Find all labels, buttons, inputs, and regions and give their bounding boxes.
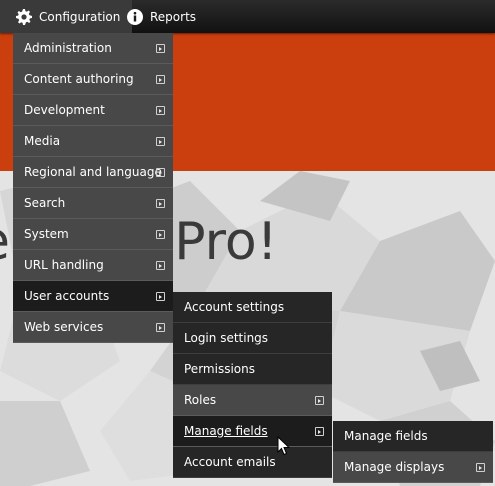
submenu-arrow-icon bbox=[156, 230, 165, 239]
menu-item-url-handling[interactable]: URL handling bbox=[13, 250, 173, 281]
menu-item-search[interactable]: Search bbox=[13, 188, 173, 219]
menu-item-label: Administration bbox=[24, 41, 112, 55]
admin-toolbar: Configuration Reports bbox=[0, 0, 495, 33]
menu-item-account-settings[interactable]: Account settings bbox=[173, 292, 332, 323]
configuration-menu: Administration Content authoring Develop… bbox=[13, 33, 173, 343]
toolbar-reports-label: Reports bbox=[150, 9, 197, 24]
submenu-arrow-icon bbox=[156, 292, 165, 301]
menu-item-manage-fields-sub[interactable]: Manage fields bbox=[333, 421, 493, 452]
submenu-arrow-icon bbox=[156, 168, 165, 177]
menu-item-label: System bbox=[24, 227, 69, 241]
menu-item-label: Web services bbox=[24, 320, 104, 334]
submenu-arrow-icon bbox=[315, 427, 324, 436]
menu-item-administration[interactable]: Administration bbox=[13, 33, 173, 64]
menu-item-label: Manage fields bbox=[184, 424, 268, 438]
menu-item-user-accounts[interactable]: User accounts bbox=[13, 281, 173, 312]
menu-item-permissions[interactable]: Permissions bbox=[173, 354, 332, 385]
menu-item-label: Manage displays bbox=[344, 460, 445, 474]
menu-item-label: User accounts bbox=[24, 289, 110, 303]
manage-fields-submenu: Manage fields Manage displays bbox=[333, 421, 493, 483]
menu-item-media[interactable]: Media bbox=[13, 126, 173, 157]
menu-item-manage-fields[interactable]: Manage fields bbox=[173, 416, 332, 447]
menu-item-label: Regional and language bbox=[24, 165, 162, 179]
menu-item-label: Development bbox=[24, 103, 105, 117]
submenu-arrow-icon bbox=[156, 106, 165, 115]
submenu-arrow-icon bbox=[315, 396, 324, 405]
user-accounts-submenu: Account settings Login settings Permissi… bbox=[173, 292, 332, 478]
menu-item-label: Roles bbox=[184, 393, 217, 407]
toolbar-configuration[interactable]: Configuration bbox=[0, 0, 133, 33]
menu-item-roles[interactable]: Roles bbox=[173, 385, 332, 416]
menu-item-label: Content authoring bbox=[24, 72, 134, 86]
menu-item-web-services[interactable]: Web services bbox=[13, 312, 173, 343]
toolbar-reports[interactable]: Reports bbox=[127, 0, 196, 33]
toolbar-configuration-label: Configuration bbox=[39, 9, 121, 24]
menu-item-content-authoring[interactable]: Content authoring bbox=[13, 64, 173, 95]
menu-item-system[interactable]: System bbox=[13, 219, 173, 250]
submenu-arrow-icon bbox=[156, 44, 165, 53]
submenu-arrow-icon bbox=[156, 261, 165, 270]
submenu-arrow-icon bbox=[476, 463, 485, 472]
submenu-arrow-icon bbox=[156, 75, 165, 84]
menu-item-label: URL handling bbox=[24, 258, 104, 272]
submenu-arrow-icon bbox=[156, 199, 165, 208]
menu-item-manage-displays[interactable]: Manage displays bbox=[333, 452, 493, 483]
menu-item-account-emails[interactable]: Account emails bbox=[173, 447, 332, 478]
menu-item-label: Login settings bbox=[184, 331, 269, 345]
menu-item-label: Search bbox=[24, 196, 66, 210]
submenu-arrow-icon bbox=[156, 323, 165, 332]
menu-item-label: Account emails bbox=[184, 455, 276, 469]
menu-item-label: Account settings bbox=[184, 300, 285, 314]
menu-item-label: Manage fields bbox=[344, 429, 428, 443]
info-icon bbox=[127, 8, 143, 25]
submenu-arrow-icon bbox=[156, 137, 165, 146]
menu-item-label: Permissions bbox=[184, 362, 255, 376]
menu-item-development[interactable]: Development bbox=[13, 95, 173, 126]
menu-item-regional-and-language[interactable]: Regional and language bbox=[13, 157, 173, 188]
menu-item-label: Media bbox=[24, 134, 61, 148]
menu-item-login-settings[interactable]: Login settings bbox=[173, 323, 332, 354]
gear-icon bbox=[16, 8, 32, 25]
mouse-pointer-icon bbox=[277, 435, 291, 459]
